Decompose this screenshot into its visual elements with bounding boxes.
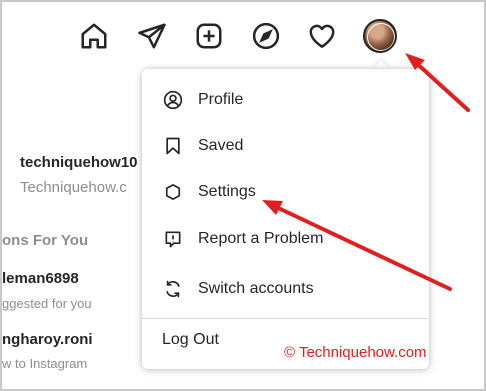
menu-item-label: Settings — [198, 183, 256, 200]
activity-heart-icon[interactable] — [305, 19, 339, 53]
suggestion-subtitle: w to Instagram — [2, 356, 88, 371]
menu-item-switch-accounts[interactable]: Switch accounts — [142, 266, 429, 312]
home-icon[interactable] — [77, 19, 111, 53]
screenshot-frame: techniquehow10 Techniquehow.c ons For Yo… — [0, 0, 486, 391]
menu-item-label: Switch accounts — [198, 280, 314, 297]
direct-message-icon[interactable] — [135, 19, 169, 53]
menu-item-profile[interactable]: Profile — [142, 77, 429, 123]
watermark: © Techniquehow.com — [284, 344, 427, 361]
new-post-icon[interactable] — [192, 19, 226, 53]
bookmark-icon — [162, 135, 184, 157]
current-user-display-name: Techniquehow.c — [20, 179, 127, 196]
menu-item-label: Report a Problem — [198, 230, 324, 247]
menu-item-label: Profile — [198, 91, 244, 108]
menu-item-label: Saved — [198, 137, 244, 154]
current-user-name[interactable]: techniquehow10 — [20, 154, 138, 171]
report-problem-icon — [162, 228, 184, 250]
settings-gear-icon — [162, 181, 184, 203]
menu-item-saved[interactable]: Saved — [142, 123, 429, 169]
profile-icon — [162, 89, 184, 111]
explore-icon[interactable] — [249, 19, 283, 53]
log-out-button[interactable]: Log Out — [162, 331, 219, 349]
menu-divider — [142, 318, 429, 319]
menu-item-report-problem[interactable]: Report a Problem — [142, 216, 429, 262]
suggestion-username[interactable]: ngharoy.roni — [2, 331, 93, 348]
menu-item-settings[interactable]: Settings — [142, 169, 429, 215]
suggestions-title: ons For You — [2, 232, 89, 249]
suggestion-subtitle: ggested for you — [2, 296, 92, 311]
profile-dropdown-menu: Profile Saved Settings Report a Problem … — [142, 69, 429, 369]
suggestion-username[interactable]: leman6898 — [2, 270, 79, 287]
switch-accounts-icon — [162, 278, 184, 300]
profile-avatar[interactable] — [363, 19, 397, 53]
